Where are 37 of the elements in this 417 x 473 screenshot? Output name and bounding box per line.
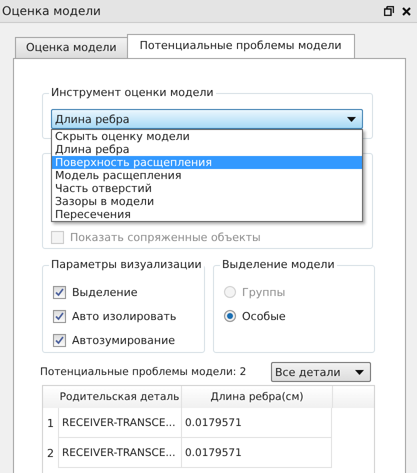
table-cell: RECEIVER-TRANSCE... <box>59 438 182 468</box>
filter-dropdown[interactable]: Все детали <box>271 362 371 382</box>
row-number: 2 <box>43 438 59 468</box>
dropdown-option[interactable]: Модель расщепления <box>52 169 362 182</box>
checkbox-label: Автозумирование <box>72 334 175 346</box>
tab[interactable]: Потенциальные проблемы модели <box>126 34 355 58</box>
dropdown-option[interactable]: Пересечения <box>52 208 362 221</box>
dropdown-option[interactable]: Зазоры в модели <box>52 195 362 208</box>
checkbox-label: Авто изолировать <box>72 310 176 322</box>
radio-label: Группы <box>242 286 286 298</box>
group-title: Выделение модели <box>220 258 337 271</box>
radio-label: Особые <box>242 310 286 322</box>
checkbox[interactable] <box>53 334 66 346</box>
column-header[interactable]: Длина ребра(см) <box>182 386 333 408</box>
caret-icon <box>355 370 364 374</box>
tab[interactable]: Оценка модели <box>15 37 128 58</box>
table-cell: RECEIVER-TRANSCE... <box>59 408 182 438</box>
dropdown-option[interactable]: Скрыть оценку модели <box>52 130 362 143</box>
dropdown-option[interactable]: Часть отверстий <box>52 182 362 195</box>
row-number: 1 <box>43 408 59 438</box>
table-cell: 0.0179571 <box>182 408 332 438</box>
checkbox-label: Выделение <box>72 286 138 298</box>
table-cell: 0.0179571 <box>182 438 332 468</box>
window-title: Оценка модели <box>2 4 102 18</box>
dropdown-option[interactable]: Длина ребра <box>52 143 362 156</box>
group-title: Инструмент оценки модели <box>49 86 216 99</box>
column-header[interactable]: Родительская деталь <box>58 386 182 408</box>
radio-button[interactable] <box>224 310 236 322</box>
checkbox-label: Показать сопряженные объекты <box>70 230 261 244</box>
checkbox[interactable] <box>53 310 66 322</box>
group-title: Параметры визуализации <box>49 258 204 271</box>
close-icon[interactable] <box>402 6 411 16</box>
caret-icon <box>347 116 356 122</box>
tool-dropdown[interactable]: Длина ребра <box>51 109 363 129</box>
problem-count: Потенциальные проблемы модели: 2 <box>40 366 246 378</box>
float-icon[interactable] <box>384 6 394 16</box>
checkbox[interactable] <box>53 286 66 298</box>
